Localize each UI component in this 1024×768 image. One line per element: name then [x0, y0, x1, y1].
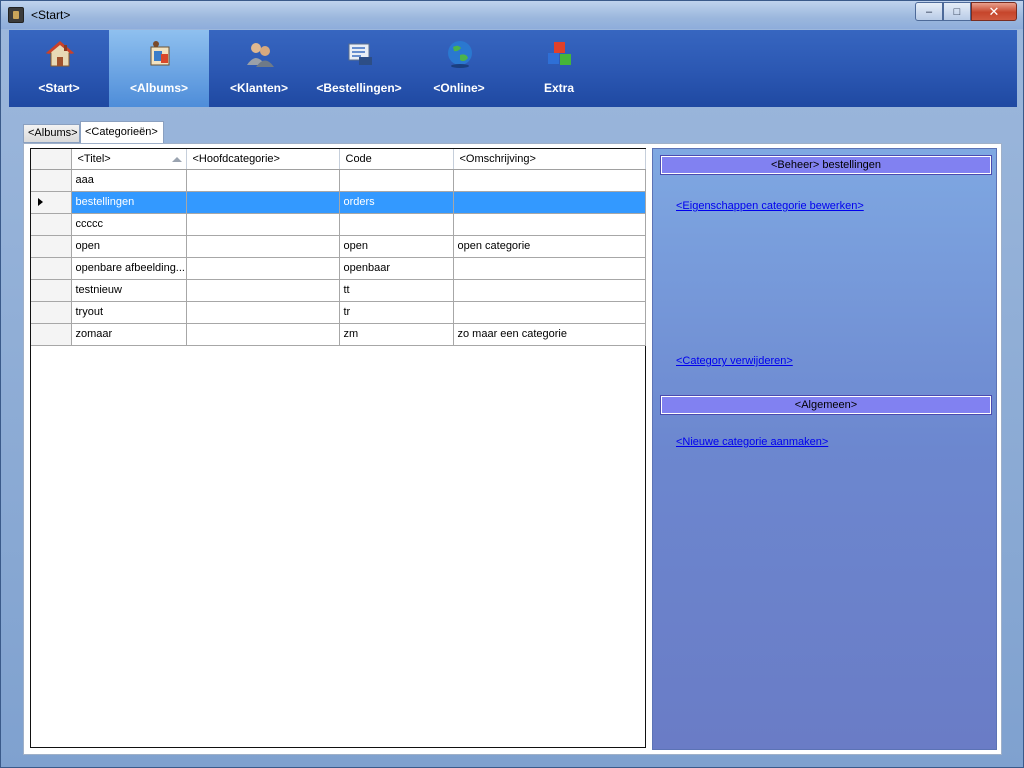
cell-omschrijving[interactable]	[453, 191, 646, 214]
current-row-indicator-icon	[38, 198, 43, 206]
cell-titel[interactable]: zomaar	[71, 323, 187, 346]
customers-icon	[247, 43, 274, 67]
cell-omschrijving[interactable]: open categorie	[453, 235, 646, 258]
cell-omschrijving[interactable]: zo maar een categorie	[453, 323, 646, 346]
link-edit-category[interactable]: <Eigenschappen categorie bewerken>	[676, 200, 864, 212]
tab-categorieen[interactable]: <Categorieën>	[80, 121, 164, 143]
globe-icon	[448, 41, 472, 68]
window-title: <Start>	[31, 8, 71, 22]
section-header-algemeen: <Algemeen>	[660, 395, 992, 415]
ribbon-klanten-label: <Klanten>	[229, 81, 289, 95]
row-header-cell[interactable]	[31, 257, 72, 280]
cell-titel[interactable]: aaa	[71, 169, 187, 192]
cell-hoofdcategorie[interactable]	[186, 235, 340, 258]
table-row[interactable]: aaa	[31, 169, 646, 192]
row-header-corner	[31, 149, 72, 170]
albums-icon	[150, 41, 170, 66]
cell-hoofdcategorie[interactable]	[186, 191, 340, 214]
table-row[interactable]: ccccc	[31, 213, 646, 236]
row-header-cell[interactable]	[31, 323, 72, 346]
orders-icon	[348, 43, 372, 65]
cell-code[interactable]: open	[339, 235, 454, 258]
category-grid[interactable]: <Titel> <Hoofdcategorie> Code <Omschrijv…	[30, 148, 646, 748]
row-header-cell[interactable]	[31, 235, 72, 258]
sort-ascending-icon	[171, 157, 182, 162]
cell-hoofdcategorie[interactable]	[186, 169, 340, 192]
home-icon	[45, 41, 75, 67]
row-header-cell[interactable]	[31, 169, 72, 192]
tab-albums[interactable]: <Albums>	[23, 124, 80, 143]
table-row[interactable]: testnieuw tt	[31, 279, 646, 302]
cell-code[interactable]: tt	[339, 279, 454, 302]
cell-hoofdcategorie[interactable]	[186, 323, 340, 346]
cell-titel[interactable]: openbare afbeelding...	[71, 257, 187, 280]
minimize-button[interactable]: –	[915, 2, 943, 21]
cell-hoofdcategorie[interactable]	[186, 213, 340, 236]
maximize-button[interactable]: □	[943, 2, 971, 21]
title-bar: <Start> – □ ✕	[1, 1, 1023, 29]
ribbon-albums-label: <Albums>	[129, 81, 189, 95]
table-row[interactable]: bestellingen orders	[31, 191, 646, 214]
window-controls: – □ ✕	[915, 2, 1017, 21]
cell-code[interactable]	[339, 169, 454, 192]
app-window: <Start> – □ ✕ <Start> <Albums> <Klanten>…	[0, 0, 1024, 768]
ribbon-start-label: <Start>	[38, 81, 80, 95]
ribbon-extra-label: Extra	[543, 81, 575, 95]
column-header-titel-label: <Titel>	[77, 152, 111, 165]
column-header-titel[interactable]: <Titel>	[71, 149, 187, 170]
app-icon	[8, 7, 24, 23]
cell-omschrijving[interactable]	[453, 279, 646, 302]
ribbon-klanten-button[interactable]: <Klanten>	[209, 30, 309, 107]
ribbon-online-label: <Online>	[433, 81, 485, 95]
ribbon-toolbar: <Start> <Albums> <Klanten> <Bestellingen…	[9, 30, 1017, 107]
cell-omschrijving[interactable]	[453, 213, 646, 236]
category-table: <Titel> <Hoofdcategorie> Code <Omschrijv…	[31, 149, 646, 346]
cell-hoofdcategorie[interactable]	[186, 257, 340, 280]
cell-code[interactable]: orders	[339, 191, 454, 214]
cell-omschrijving[interactable]	[453, 169, 646, 192]
grid-header-row: <Titel> <Hoofdcategorie> Code <Omschrijv…	[31, 149, 646, 170]
row-header-cell[interactable]	[31, 213, 72, 236]
cell-titel[interactable]: open	[71, 235, 187, 258]
cell-omschrijving[interactable]	[453, 301, 646, 324]
ribbon-extra-button[interactable]: Extra	[509, 30, 609, 107]
ribbon-online-button[interactable]: <Online>	[409, 30, 509, 107]
column-header-code[interactable]: Code	[339, 149, 454, 170]
column-header-hoofdcategorie[interactable]: <Hoofdcategorie>	[186, 149, 340, 170]
link-delete-category[interactable]: <Category verwijderen>	[676, 355, 793, 367]
row-header-cell[interactable]	[31, 191, 72, 214]
cell-omschrijving[interactable]	[453, 257, 646, 280]
cell-code[interactable]: tr	[339, 301, 454, 324]
row-header-cell[interactable]	[31, 301, 72, 324]
cell-titel[interactable]: ccccc	[71, 213, 187, 236]
table-row[interactable]: tryout tr	[31, 301, 646, 324]
cell-titel[interactable]: testnieuw	[71, 279, 187, 302]
table-row[interactable]: zomaar zm zo maar een categorie	[31, 323, 646, 346]
ribbon-start-button[interactable]: <Start>	[9, 30, 109, 107]
close-button[interactable]: ✕	[971, 2, 1017, 21]
cell-hoofdcategorie[interactable]	[186, 279, 340, 302]
row-header-cell[interactable]	[31, 279, 72, 302]
table-row[interactable]: openbare afbeelding... openbaar	[31, 257, 646, 280]
cell-titel[interactable]: tryout	[71, 301, 187, 324]
task-panel: <Beheer> bestellingen <Eigenschappen cat…	[652, 148, 997, 750]
cell-titel[interactable]: bestellingen	[71, 191, 187, 214]
cell-code[interactable]: zm	[339, 323, 454, 346]
ribbon-bestellingen-label: <Bestellingen>	[316, 81, 402, 95]
cell-hoofdcategorie[interactable]	[186, 301, 340, 324]
section-header-beheer: <Beheer> bestellingen	[660, 155, 992, 175]
table-row[interactable]: open open open categorie	[31, 235, 646, 258]
cell-code[interactable]	[339, 213, 454, 236]
cell-code[interactable]: openbaar	[339, 257, 454, 280]
blocks-icon	[548, 42, 571, 65]
link-new-category[interactable]: <Nieuwe categorie aanmaken>	[676, 436, 828, 448]
ribbon-albums-button[interactable]: <Albums>	[109, 30, 209, 107]
column-header-omschrijving[interactable]: <Omschrijving>	[453, 149, 646, 170]
ribbon-bestellingen-button[interactable]: <Bestellingen>	[309, 30, 409, 107]
